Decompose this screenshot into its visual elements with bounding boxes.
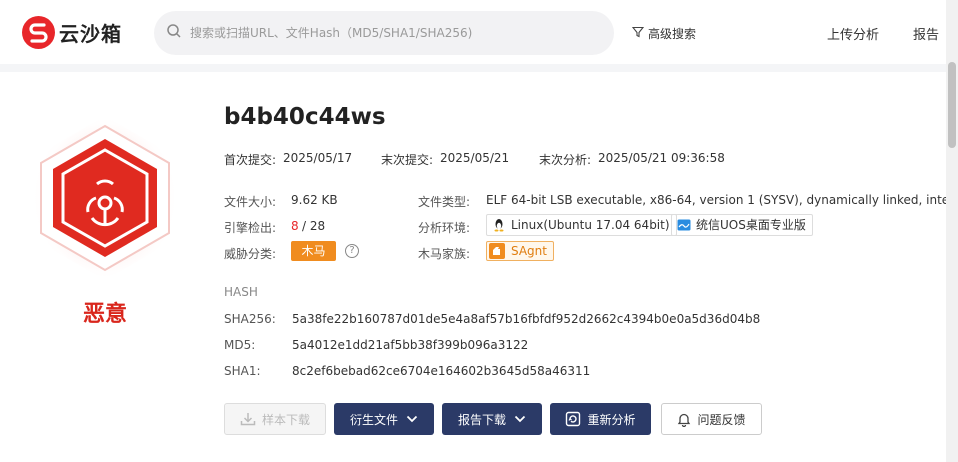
- feedback-label: 问题反馈: [697, 412, 746, 427]
- file-size-label: 文件大小:: [224, 195, 277, 209]
- reanalyze-icon: [565, 411, 581, 427]
- reanalyze-label: 重新分析: [587, 412, 636, 427]
- file-type-label: 文件类型:: [418, 195, 471, 209]
- env-linux-tag[interactable]: Linux(Ubuntu 17.04 64bit): [486, 214, 677, 236]
- md5-label: MD5:: [224, 338, 256, 352]
- download-sample-label: 样本下载: [261, 412, 310, 427]
- download-icon: [240, 412, 256, 426]
- download-sample-button[interactable]: 样本下载: [224, 403, 326, 435]
- env-label: 分析环境:: [418, 221, 471, 235]
- engine-total-count: / 28: [302, 219, 326, 233]
- sha1-label: SHA1:: [224, 364, 261, 378]
- report-download-button[interactable]: 报告下载: [442, 403, 542, 435]
- sample-name: b4b40c44ws: [224, 104, 386, 130]
- scrollbar-thumb[interactable]: [948, 62, 956, 148]
- env-uos-tag[interactable]: 统信UOS桌面专业版: [671, 214, 813, 236]
- chevron-down-icon: [514, 415, 526, 423]
- first-submit-value: 2025/05/17: [283, 151, 353, 165]
- verdict-label: 恶意: [82, 302, 127, 327]
- nav-upload-analysis[interactable]: 上传分析: [827, 24, 879, 43]
- reanalyze-button[interactable]: 重新分析: [550, 403, 651, 435]
- linux-icon: [492, 218, 506, 238]
- top-bar: 云沙箱 高级搜索 上传分析 报告: [0, 0, 958, 64]
- filter-icon: [631, 26, 645, 41]
- file-type-value: ELF 64-bit LSB executable, x86-64, versi…: [486, 193, 946, 207]
- logo[interactable]: 云沙箱: [22, 16, 122, 49]
- chevron-down-icon: [406, 415, 418, 423]
- sha256-label: SHA256:: [224, 312, 276, 326]
- search-icon: [166, 23, 182, 43]
- threat-class-label: 威胁分类:: [224, 247, 277, 261]
- env-uos-label: 统信UOS桌面专业版: [696, 218, 806, 232]
- last-submit-value: 2025/05/21: [440, 151, 510, 165]
- engine-detect-label: 引擎检出:: [224, 221, 277, 235]
- env-linux-label: Linux(Ubuntu 17.04 64bit): [511, 218, 670, 232]
- sha1-value[interactable]: 8c2ef6bebad62ce6704e164602b3645d58a46311: [292, 364, 590, 378]
- report-download-label: 报告下载: [457, 412, 506, 427]
- last-analysis-label: 末次分析:: [539, 153, 592, 167]
- last-submit-label: 末次提交:: [381, 153, 434, 167]
- feedback-button[interactable]: 问题反馈: [661, 403, 762, 435]
- search-input[interactable]: [190, 26, 590, 40]
- derived-files-label: 衍生文件: [349, 412, 398, 427]
- uos-icon: [677, 218, 691, 238]
- last-analysis-value: 2025/05/21 09:36:58: [598, 151, 725, 165]
- sha256-value[interactable]: 5a38fe22b160787d01de5e4a8af57b16fbfdf952…: [292, 312, 760, 326]
- logo-text: 云沙箱: [59, 22, 122, 46]
- family-value: SAgnt: [511, 244, 547, 258]
- logo-icon: [22, 16, 55, 49]
- threat-class-tag: 木马: [291, 241, 336, 261]
- hash-heading: HASH: [224, 285, 258, 299]
- help-icon[interactable]: ?: [345, 244, 359, 258]
- bell-icon: [677, 412, 691, 427]
- file-size-value: 9.62 KB: [291, 193, 338, 207]
- family-tag[interactable]: SAgnt: [486, 241, 554, 261]
- first-submit-label: 首次提交:: [224, 153, 277, 167]
- engine-detected-count: 8: [291, 219, 299, 233]
- malicious-badge-icon: [26, 112, 184, 284]
- trojan-family-icon: [489, 243, 505, 259]
- family-label: 木马家族:: [418, 247, 471, 261]
- advanced-search-label: 高级搜索: [648, 27, 697, 41]
- advanced-search-button[interactable]: 高级搜索: [631, 25, 697, 42]
- nav-report[interactable]: 报告: [913, 24, 939, 43]
- md5-value[interactable]: 5a4012e1dd21af5bb38f399b096a3122: [292, 338, 528, 352]
- derived-files-button[interactable]: 衍生文件: [334, 403, 434, 435]
- search-bar[interactable]: [154, 11, 614, 55]
